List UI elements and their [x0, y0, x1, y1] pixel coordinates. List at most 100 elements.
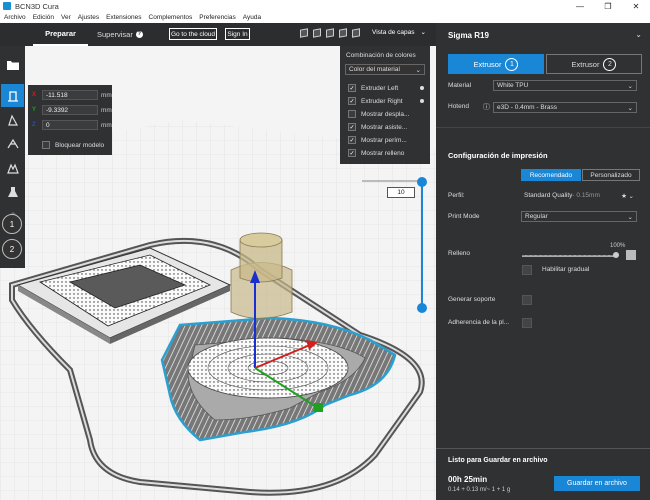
tab-monitor-label: Supervisar [97, 30, 133, 39]
option-label: Extruder Left [361, 84, 399, 92]
window-title: BCN3D Cura [15, 1, 59, 11]
view-right-icon[interactable] [352, 28, 360, 38]
menu-ajustes[interactable]: Ajustes [78, 14, 99, 21]
chevron-down-icon: ⌄ [627, 213, 633, 221]
ready-status: Listo para Guardar en archivo [448, 457, 548, 464]
infill-slider[interactable] [522, 255, 618, 257]
chevron-down-icon[interactable]: ⌄ [635, 30, 642, 39]
minimize-icon[interactable]: — [566, 0, 594, 12]
material-dropdown[interactable]: White TPU ⌄ [493, 80, 637, 91]
layer-slider-top-handle[interactable] [417, 177, 427, 187]
extruder-2-number: 2 [603, 57, 617, 71]
printer-name[interactable]: Sigma R19 [448, 31, 489, 40]
infill-label: Relleno [448, 250, 471, 257]
tab-prepare[interactable]: Preparar [33, 23, 88, 46]
material-usage: 0.14 + 0.13 m/~ 1 + 1 g [448, 487, 511, 493]
scale-tool-button[interactable] [1, 108, 24, 131]
camera-view-buttons [300, 28, 360, 38]
title-bar: BCN3D Cura — ❐ ✕ [0, 0, 650, 12]
view-mode-label: Vista de capas [372, 29, 415, 36]
menu-edicion[interactable]: Edición [33, 14, 54, 21]
print-mode-label: Print Mode [448, 213, 480, 220]
hotend-dropdown[interactable]: e3D - 0.4mm - Brass ⌄ [493, 102, 637, 113]
support-checkbox[interactable] [522, 295, 532, 305]
go-to-cloud-button[interactable]: Go to the cloud [169, 28, 217, 40]
option-extruder-right[interactable]: ✓ Extruder Right [348, 97, 426, 105]
rotate-tool-button[interactable] [1, 132, 24, 155]
stage-bar: Preparar Supervisar ? Go to the cloud Si… [0, 23, 436, 46]
menu-extensiones[interactable]: Extensiones [106, 14, 141, 21]
info-icon[interactable]: ⓘ [483, 102, 490, 112]
print-mode-dropdown[interactable]: Regular ⌄ [521, 211, 637, 222]
option-show-travel[interactable]: Mostrar despla... [348, 110, 426, 118]
infill-color-box [626, 250, 636, 260]
close-icon[interactable]: ✕ [622, 0, 650, 12]
left-toolbar: 1 2 [0, 46, 25, 268]
profile-label: Perfil: [448, 192, 465, 199]
menu-bar: Archivo Edición Ver Ajustes Extensiones … [0, 12, 650, 23]
layer-slider-bottom-handle[interactable] [417, 303, 427, 313]
view-left-icon[interactable] [339, 28, 347, 38]
infill-slider-handle[interactable] [613, 252, 619, 258]
custom-mode-button[interactable]: Personalizado [582, 169, 640, 181]
color-scheme-panel: Combinación de colores Color del materia… [340, 46, 430, 164]
recommended-mode-button[interactable]: Recomendado [521, 169, 581, 181]
layer-slider-track[interactable] [421, 182, 423, 308]
option-show-shell[interactable]: ✓ Mostrar perím... [348, 136, 426, 144]
sign-in-button[interactable]: Sign In [225, 28, 250, 40]
menu-complementos[interactable]: Complementos [149, 14, 193, 21]
x-position-input[interactable]: -11.518 [42, 90, 98, 100]
gradual-infill-checkbox[interactable] [522, 265, 532, 275]
gradual-infill-label: Habilitar gradual [542, 266, 590, 273]
output-panel: Listo para Guardar en archivo 00h 25min … [436, 448, 650, 500]
open-file-button[interactable] [1, 53, 24, 76]
tab-monitor[interactable]: Supervisar ? [97, 23, 157, 46]
per-model-settings-button[interactable] [1, 180, 24, 203]
material-label: Material [448, 82, 472, 89]
option-label: Mostrar despla... [361, 110, 410, 118]
extruder-2-tab[interactable]: Extrusor 2 [546, 54, 642, 74]
menu-preferencias[interactable]: Preferencias [199, 14, 236, 21]
move-tool-button[interactable] [1, 84, 24, 107]
move-icon [7, 90, 18, 102]
option-label: Mostrar asiste... [361, 123, 408, 131]
print-settings-panel: Sigma R19 ⌄ Extrusor 1 Extrusor 2 Materi… [436, 23, 650, 500]
color-scheme-header: Combinación de colores [346, 52, 416, 59]
option-label: Extruder Right [361, 97, 403, 105]
z-position-input[interactable]: 0 [42, 120, 98, 130]
y-position-input[interactable]: -9.3392 [42, 105, 98, 115]
view-3d-icon[interactable] [300, 28, 308, 38]
color-scheme-value: Color del material [349, 66, 400, 73]
check-icon: ✓ [348, 149, 356, 157]
extruder-1-tab[interactable]: Extrusor 1 [448, 54, 544, 74]
option-show-infill[interactable]: ✓ Mostrar relleno [348, 149, 426, 157]
menu-ayuda[interactable]: Ayuda [243, 14, 261, 21]
current-layer-input[interactable]: 10 [387, 187, 415, 198]
lock-model-checkbox[interactable]: Bloquear modelo [42, 141, 104, 149]
extruder-2-button[interactable]: 2 [2, 239, 22, 259]
color-scheme-dropdown[interactable]: Color del material ⌄ [345, 64, 425, 75]
menu-archivo[interactable]: Archivo [4, 14, 26, 21]
menu-ver[interactable]: Ver [61, 14, 71, 21]
app-icon [3, 2, 11, 10]
material-value: White TPU [497, 82, 529, 89]
check-icon: ✓ [348, 97, 356, 105]
check-icon: ✓ [348, 84, 356, 92]
mirror-icon [6, 163, 19, 174]
extruder-1-button[interactable]: 1 [2, 214, 22, 234]
view-mode-dropdown[interactable]: Vista de capas ⌄ [372, 28, 426, 36]
lock-model-label: Bloquear modelo [55, 141, 105, 149]
maximize-icon[interactable]: ❐ [594, 0, 622, 12]
flask-icon [7, 186, 18, 197]
save-to-file-button[interactable]: Guardar en archivo [554, 476, 640, 491]
view-top-icon[interactable] [326, 28, 334, 38]
view-front-icon[interactable] [313, 28, 321, 38]
mirror-tool-button[interactable] [1, 156, 24, 179]
option-show-helpers[interactable]: ✓ Mostrar asiste... [348, 123, 426, 131]
option-extruder-left[interactable]: ✓ Extruder Left [348, 84, 426, 92]
help-icon: ? [135, 31, 143, 38]
profile-dropdown[interactable]: Standard Quality - 0.15mm ★ ⌄ [521, 190, 637, 201]
option-label: Mostrar relleno [361, 149, 405, 157]
chevron-down-icon: ⌄ [628, 192, 634, 200]
adhesion-checkbox[interactable] [522, 318, 532, 328]
